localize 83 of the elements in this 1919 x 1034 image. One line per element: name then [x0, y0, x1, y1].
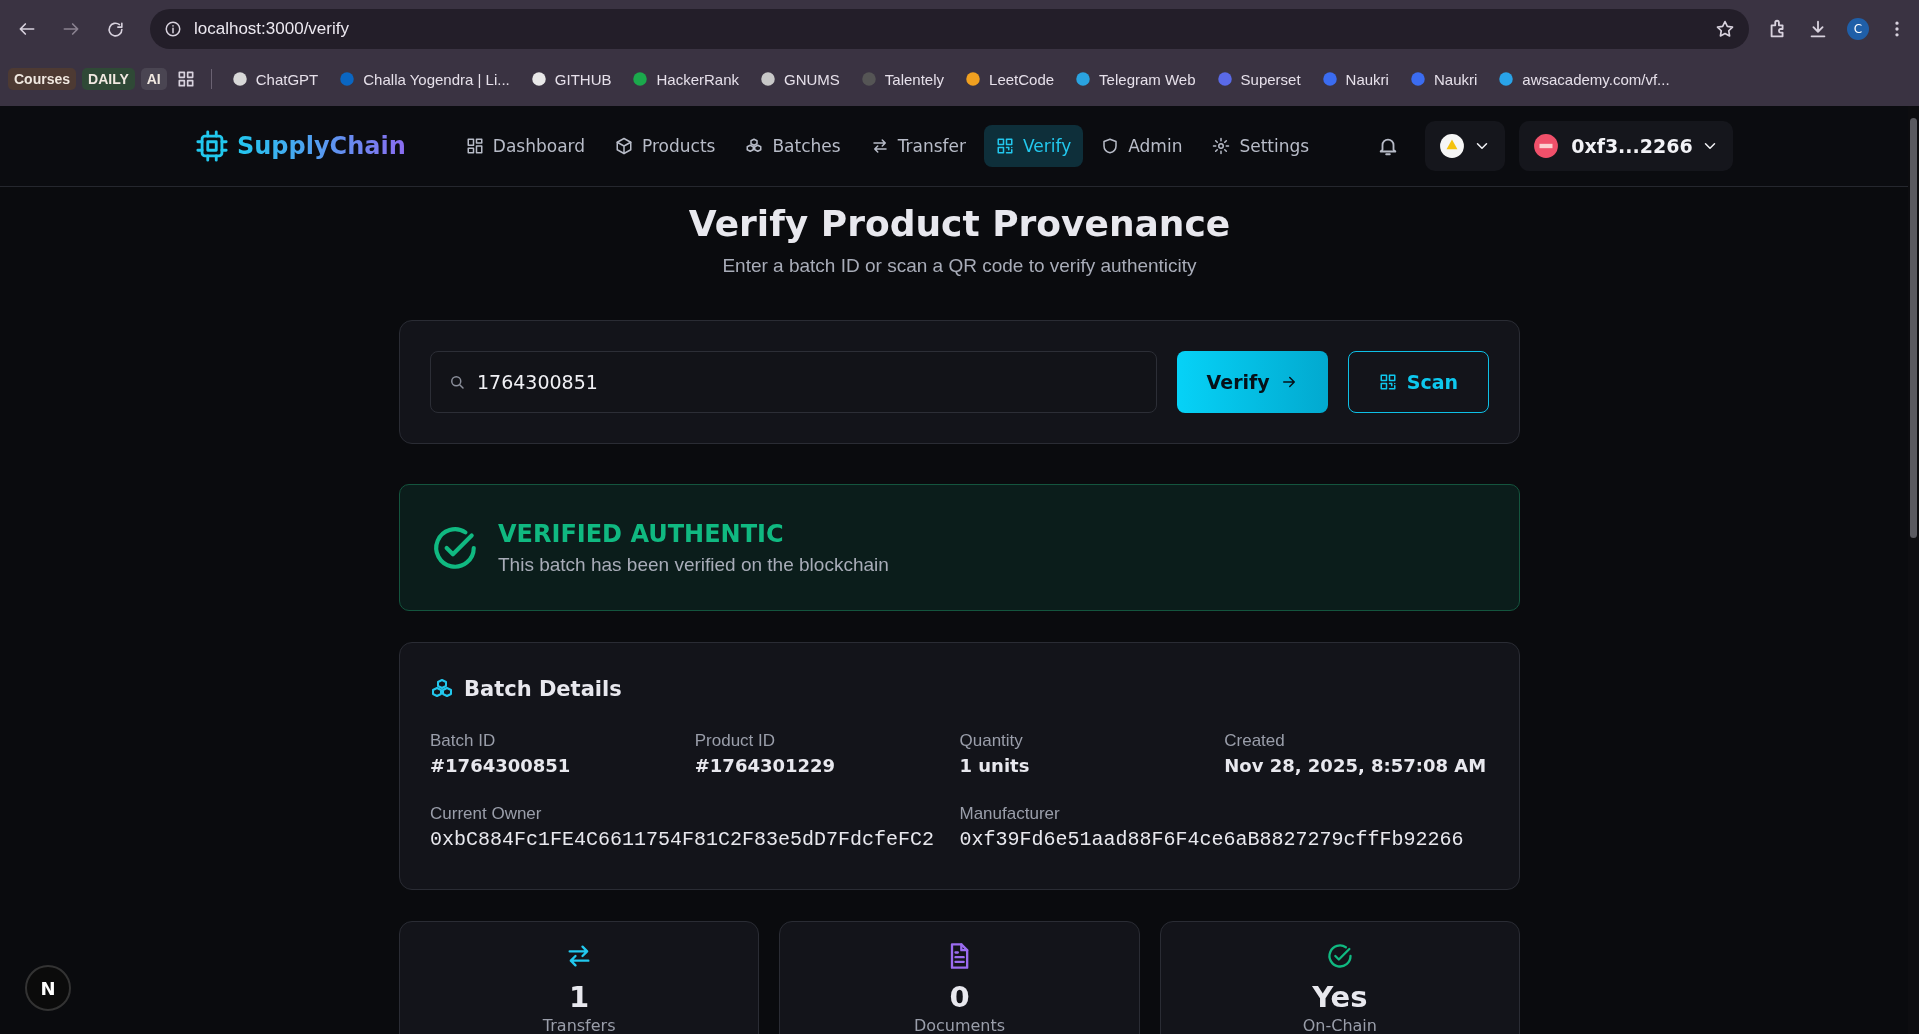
stat-label: Documents — [913, 1016, 1006, 1034]
profile-avatar[interactable]: C — [1847, 18, 1869, 40]
field-value: Nov 28, 2025, 8:57:08 AM — [1224, 755, 1488, 776]
nav-link[interactable]: Transfer — [858, 125, 978, 167]
bookmark-link[interactable]: LeetCode — [989, 70, 1055, 88]
info-icon — [164, 20, 182, 38]
bookmark-link[interactable]: Challa Yogendra | Li... — [363, 70, 510, 88]
site-icon — [859, 70, 878, 88]
section-title: Batch Details — [464, 677, 622, 701]
check-circle-icon — [1325, 942, 1354, 970]
bookmark-link[interactable]: GITHUB — [554, 70, 612, 88]
site-icon — [529, 70, 548, 88]
stat-value: 1 — [569, 980, 590, 1014]
site-icon — [964, 70, 983, 88]
bookmark-link[interactable]: awsacademy.com/vf... — [1522, 70, 1670, 88]
qr-code-icon — [1378, 373, 1397, 391]
qr-code-icon — [996, 137, 1014, 155]
field-label: Batch ID — [430, 731, 497, 751]
site-icon — [338, 70, 357, 88]
star-icon[interactable] — [1715, 19, 1735, 39]
boxes-icon — [745, 137, 764, 155]
bookmark-link[interactable]: GNUMS — [784, 70, 840, 88]
status-title: VERIFIED AUTHENTIC — [498, 519, 785, 548]
nav-link[interactable]: Products — [603, 125, 728, 167]
batch-id-field[interactable]: 1764300851 — [430, 351, 1157, 413]
search-icon — [448, 373, 466, 391]
field-label: Manufacturer — [959, 804, 1061, 824]
site-icon — [631, 70, 650, 88]
chip-icon[interactable] — [195, 129, 229, 163]
field-label: Quantity — [959, 731, 1024, 751]
bookmark-link[interactable]: HackerRank — [656, 70, 739, 88]
nav-link[interactable]: Admin — [1089, 125, 1195, 167]
nav-link[interactable]: Verify — [984, 125, 1084, 167]
site-icon — [1408, 70, 1427, 88]
shield-icon — [1101, 137, 1120, 155]
site-icon — [1497, 70, 1516, 88]
site-icon — [759, 70, 777, 88]
address-bar[interactable]: localhost:3000/verify — [150, 9, 1749, 49]
bookmark-link[interactable]: Superset — [1240, 70, 1301, 88]
field-label: Current Owner — [430, 804, 543, 824]
field-value: 0xf39Fd6e51aad88F6F4ce6aB8827279cffFb92266 — [959, 828, 1465, 851]
nav-link[interactable]: Settings — [1200, 125, 1322, 167]
field-value: 1 units — [959, 755, 1031, 776]
stat-value: 0 — [949, 980, 970, 1014]
site-icon — [1074, 70, 1093, 88]
bookmark-link[interactable]: Naukri — [1345, 70, 1389, 88]
dev-tools-button[interactable]: N — [25, 965, 71, 1011]
bookmark-link[interactable]: ChatGPT — [255, 70, 319, 88]
arrows-icon — [870, 137, 889, 155]
warning-icon — [1439, 133, 1466, 159]
grid-icon — [465, 137, 484, 155]
field-value: #1764300851 — [430, 755, 572, 776]
settings-icon — [1212, 137, 1231, 155]
verify-button[interactable]: Verify — [1176, 351, 1328, 413]
bookmark-link[interactable]: Talentely — [884, 70, 945, 88]
status-message: This batch has been verified on the blockchain — [498, 553, 889, 576]
site-icon — [1320, 70, 1339, 88]
field-label: Product ID — [694, 731, 777, 751]
stat-value: Yes — [1312, 980, 1368, 1014]
scan-button[interactable]: Scan — [1347, 351, 1489, 413]
avatar-icon — [1533, 133, 1560, 159]
account-menu[interactable]: 0xf3...2266 — [1519, 121, 1733, 171]
bookmark-folder[interactable]: DAILY — [82, 68, 135, 90]
bookmark-link[interactable]: Naukri — [1433, 70, 1478, 88]
site-icon — [1215, 70, 1234, 88]
field-label: Created — [1224, 731, 1286, 751]
field-value: 0xbC884Fc1FE4C6611754F81C2F83e5dD7FdcfeFC2 — [430, 828, 936, 851]
brand-name[interactable]: SupplyChain — [237, 132, 406, 160]
reload-icon[interactable] — [105, 19, 125, 39]
nav-link[interactable]: Dashboard — [453, 125, 598, 167]
stat-label: Transfers — [542, 1016, 616, 1034]
nav-link[interactable]: Batches — [733, 125, 853, 167]
bookmark-link[interactable]: Telegram Web — [1099, 70, 1196, 88]
site-icon — [230, 70, 249, 88]
theme-menu[interactable] — [1425, 121, 1506, 171]
bookmark-folder[interactable]: AI — [140, 68, 167, 90]
stat-label: On-Chain — [1302, 1016, 1377, 1034]
page-title: Verify Product Provenance — [687, 202, 1232, 246]
bookmark-folder[interactable]: Courses — [8, 68, 77, 90]
page-subtitle: Enter a batch ID or scan a QR code to verify authenticity — [721, 255, 1198, 277]
field-value: #1764301229 — [694, 755, 837, 776]
url-text: localhost:3000/verify — [194, 19, 350, 39]
cube-icon — [615, 137, 634, 155]
